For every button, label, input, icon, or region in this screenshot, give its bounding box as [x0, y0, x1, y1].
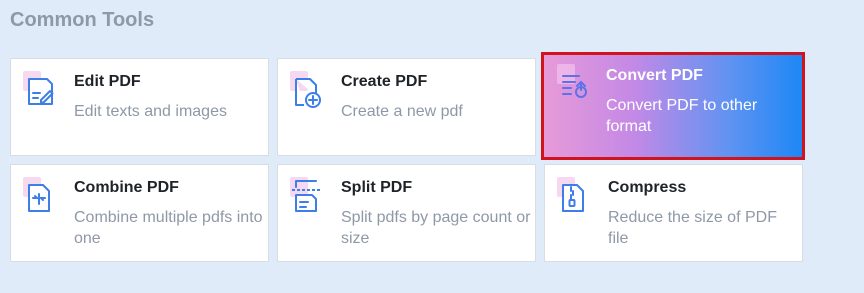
tool-card-create-pdf[interactable]: Create PDF Create a new pdf — [277, 58, 536, 156]
tool-title: Compress — [608, 179, 687, 196]
tool-title: Convert PDF — [606, 67, 703, 84]
convert-pdf-icon — [557, 64, 589, 102]
tool-title: Combine PDF — [74, 179, 179, 196]
tool-card-compress[interactable]: Compress Reduce the size of PDF file — [544, 164, 803, 262]
tool-title: Split PDF — [341, 179, 413, 196]
tool-card-edit-pdf[interactable]: Edit PDF Edit texts and images — [10, 58, 269, 156]
tool-description: Create a new pdf — [341, 103, 463, 120]
edit-pdf-icon — [23, 71, 55, 109]
split-pdf-icon — [290, 177, 322, 215]
tool-title: Edit PDF — [74, 73, 141, 90]
tool-card-split-pdf[interactable]: Split PDF Split pdfs by page count or si… — [277, 164, 536, 262]
compress-icon — [557, 177, 589, 215]
create-pdf-icon — [290, 71, 322, 109]
tools-grid: Edit PDF Edit texts and images Create PD… — [10, 52, 805, 263]
tool-description: Reduce the size of PDF file — [608, 209, 777, 247]
tool-card-convert-pdf[interactable]: Convert PDF Convert PDF to other format — [541, 52, 805, 160]
section-title: Common Tools — [10, 9, 155, 31]
tool-description: Convert PDF to other format — [606, 97, 758, 135]
tool-title: Create PDF — [341, 73, 428, 90]
tool-card-combine-pdf[interactable]: Combine PDF Combine multiple pdfs into o… — [10, 164, 269, 262]
combine-pdf-icon — [23, 177, 55, 215]
tool-description: Edit texts and images — [74, 103, 227, 120]
tool-description: Combine multiple pdfs into one — [74, 209, 263, 247]
tool-description: Split pdfs by page count or size — [341, 209, 531, 247]
